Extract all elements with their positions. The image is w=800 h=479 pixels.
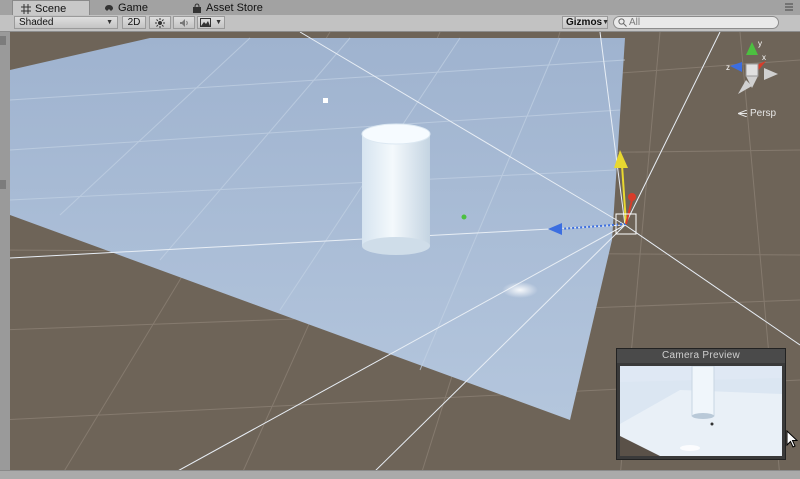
tab-game[interactable]: Game [96,0,156,15]
scene-grid-icon [21,3,31,14]
tab-asset-store[interactable]: Asset Store [184,0,271,15]
cylinder-object[interactable] [361,123,431,255]
light-handle[interactable] [323,98,328,103]
mode-2d-toggle[interactable]: 2D [122,16,146,29]
image-effects-icon [200,18,211,27]
x-axis-handle-icon[interactable] [628,193,636,201]
gizmos-label: Gizmos [566,17,603,28]
scene-audio-toggle[interactable] [173,16,195,29]
scene-view-tab-bar: Scene Game Asset Store [0,0,800,16]
projection-label: Persp [750,108,777,119]
chevron-down-icon: ▼ [602,19,610,26]
panel-handle-icon [0,36,6,45]
search-icon [618,18,627,27]
object-pivot-gizmo[interactable] [461,214,467,220]
gizmos-dropdown[interactable]: Gizmos ▼ [562,16,610,29]
mode-2d-label: 2D [127,17,141,28]
scene-toolbar: Shaded ▼ 2D ▼ Gizmos ▼ All [0,15,800,32]
search-placeholder: All [629,17,641,28]
tab-scene[interactable]: Scene [12,0,90,16]
draw-mode-label: Shaded [19,17,54,28]
x-axis-label: x [762,53,766,62]
perspective-icon [738,110,747,117]
camera-preview-view [620,366,782,456]
light-spot [502,282,538,298]
hierarchy-search-field[interactable]: All [613,16,779,29]
camera-preview-title: Camera Preview [617,349,785,363]
sun-icon [155,17,165,28]
panel-menu-icon[interactable] [782,1,796,13]
chevron-down-icon: ▼ [106,19,113,26]
camera-preview-panel: Camera Preview [616,348,786,460]
mouse-cursor-icon [786,430,798,448]
projection-toggle[interactable]: Persp [738,108,776,119]
speaker-icon [180,18,188,27]
effects-dropdown[interactable]: ▼ [197,16,225,29]
scene-lighting-toggle[interactable] [149,16,171,29]
draw-mode-dropdown[interactable]: Shaded ▼ [14,16,118,29]
tab-game-label: Game [118,1,148,14]
tab-scene-label: Scene [35,2,67,15]
chevron-down-icon: ▼ [215,19,222,26]
tab-asset-store-label: Asset Store [206,1,263,14]
y-axis-label: y [758,39,762,48]
left-panel-edge [0,32,10,478]
game-controller-icon [105,4,113,11]
panel-handle-icon [0,180,6,189]
asset-store-bag-icon [193,2,201,13]
z-axis-label: z [726,63,730,72]
